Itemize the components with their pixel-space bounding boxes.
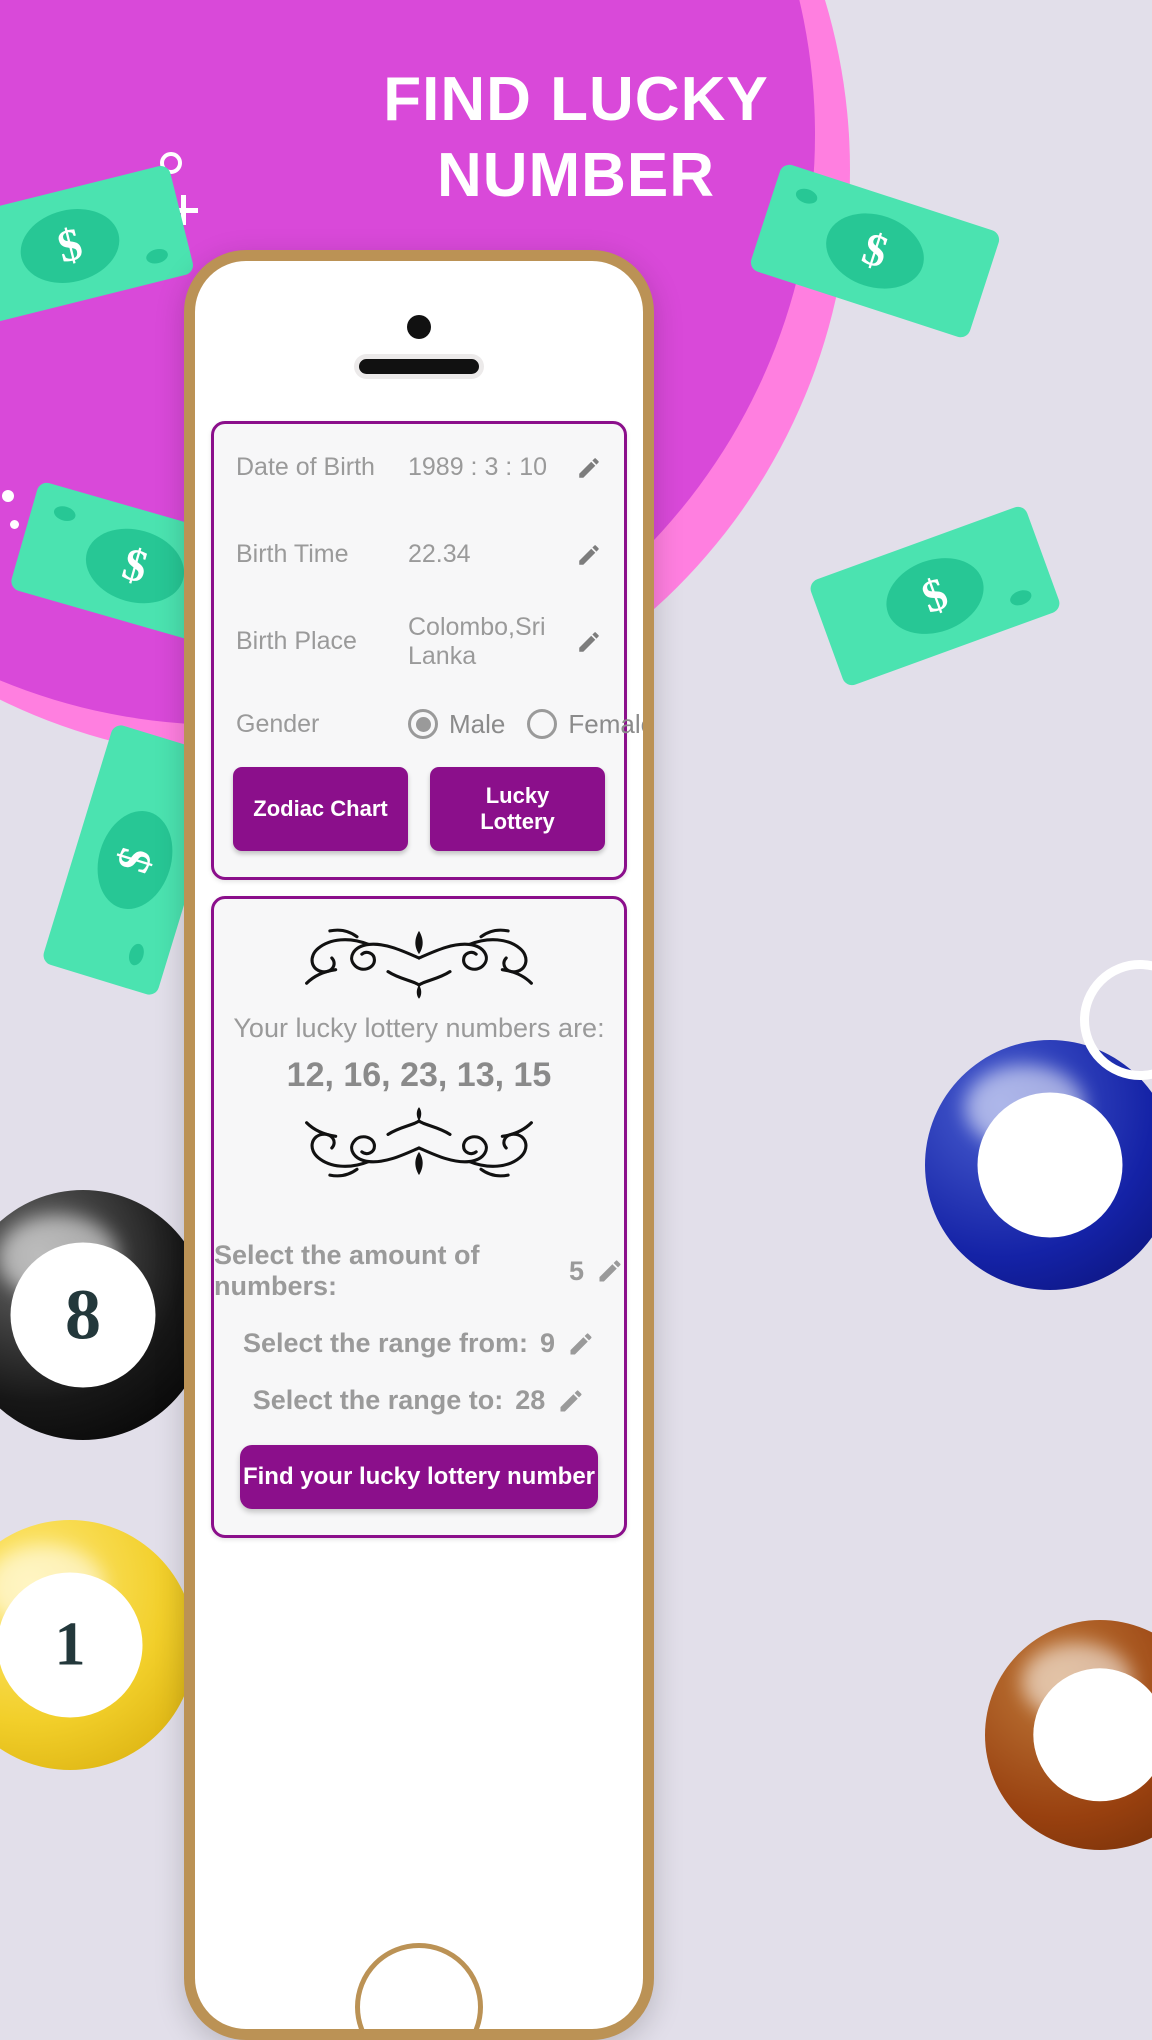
row-select-amount[interactable]: Select the amount of numbers: 5 [214,1227,624,1315]
birth-time-label: Birth Time [236,540,349,568]
lottery-result-card: Your lucky lottery numbers are: 12, 16, … [211,896,627,1538]
birth-details-card: Date of Birth 1989 : 3 : 10 Birth Time 2… [211,421,643,880]
proximity-sensor-icon [407,315,431,339]
dollar-sign: $ [52,217,88,273]
billiard-ball-brown [985,1620,1152,1850]
billiard-ball-eight: 8 [0,1190,208,1440]
radio-female-label: Female [568,708,654,739]
radio-male-label: Male [449,708,506,739]
date-of-birth-label: Date of Birth [236,453,375,481]
radio-selected-icon [408,709,438,739]
pencil-icon[interactable] [567,1330,595,1358]
billiard-ball-blue [925,1040,1152,1290]
bill-dot [126,941,147,968]
radio-unselected-icon [527,709,558,739]
radio-female[interactable]: Female [527,708,654,740]
ball-face [977,1092,1123,1238]
pencil-icon[interactable] [596,1257,624,1285]
row-range-to[interactable]: Select the range to: 28 [214,1372,624,1429]
ornament-top-icon [305,928,533,999]
dollar-sign: $ [915,567,955,623]
bill-dot [144,246,170,266]
sparkle-dot-icon [2,490,14,502]
dollar-sign: $ [117,537,154,593]
date-of-birth-value: 1989 : 3 : 10 [408,453,548,481]
pencil-icon[interactable] [576,455,602,481]
range-from-value: 9 [540,1328,556,1358]
row-range-from[interactable]: Select the range from: 9 [214,1315,624,1372]
submit-area: Find your lucky lottery number [214,1429,624,1513]
lottery-numbers: 12, 16, 23, 13, 15 [286,1056,552,1094]
billiard-ball-one: 1 [0,1520,195,1770]
ball-number-label: 1 [0,1572,143,1718]
promo-headline: FIND LUCKY NUMBER [0,62,1152,213]
phone-mockup: Date of Birth 1989 : 3 : 10 Birth Time 2… [184,250,654,2040]
form-action-buttons: Zodiac Chart Lucky Lottery [214,763,624,877]
sparkle-dot-icon [10,520,19,529]
find-lucky-lottery-number-button[interactable]: Find your lucky lottery number [240,1445,598,1509]
dollar-sign: $ [856,222,895,278]
dollar-bill-icon: $ [807,504,1063,688]
headline-line-2: NUMBER [436,140,716,210]
range-to-value: 28 [515,1385,546,1415]
dollar-sign: $ [106,841,162,879]
row-birth-time[interactable]: Birth Time 22.34 [214,511,624,598]
bill-dot [1008,587,1034,609]
birth-place-value: Colombo,Sri Lanka [408,612,546,670]
home-button[interactable] [355,1943,483,2029]
birth-time-value: 22.34 [408,540,471,568]
birth-place-label: Birth Place [236,627,357,655]
bill-dot [52,503,78,524]
gender-label: Gender [236,709,320,738]
zodiac-chart-button[interactable]: Zodiac Chart [233,767,408,851]
range-to-label: Select the range to: [252,1385,504,1415]
ornament-bottom-icon [305,1107,533,1178]
row-birth-place[interactable]: Birth Place Colombo,Sri Lanka [214,598,624,685]
lucky-lottery-button[interactable]: Lucky Lottery [430,767,605,851]
radio-male[interactable]: Male [408,709,505,740]
pencil-icon[interactable] [576,629,602,655]
select-amount-value: 5 [568,1255,584,1286]
ball-face [1033,1668,1152,1802]
pencil-icon[interactable] [557,1387,585,1415]
ball-number-label: 8 [10,1242,156,1388]
row-gender: Gender Male Female [214,685,643,763]
row-date-of-birth[interactable]: Date of Birth 1989 : 3 : 10 [214,424,624,511]
lottery-caption: Your lucky lottery numbers are: [233,1013,605,1043]
earpiece-speaker-icon [359,359,479,374]
select-amount-label: Select the amount of numbers: [214,1240,480,1301]
app-screen: Date of Birth 1989 : 3 : 10 Birth Time 2… [211,421,643,1879]
pencil-icon[interactable] [576,542,602,568]
range-from-label: Select the range from: [242,1328,529,1358]
gender-radio-group: Male Female [408,708,654,740]
headline-line-1: FIND LUCKY [383,65,769,134]
